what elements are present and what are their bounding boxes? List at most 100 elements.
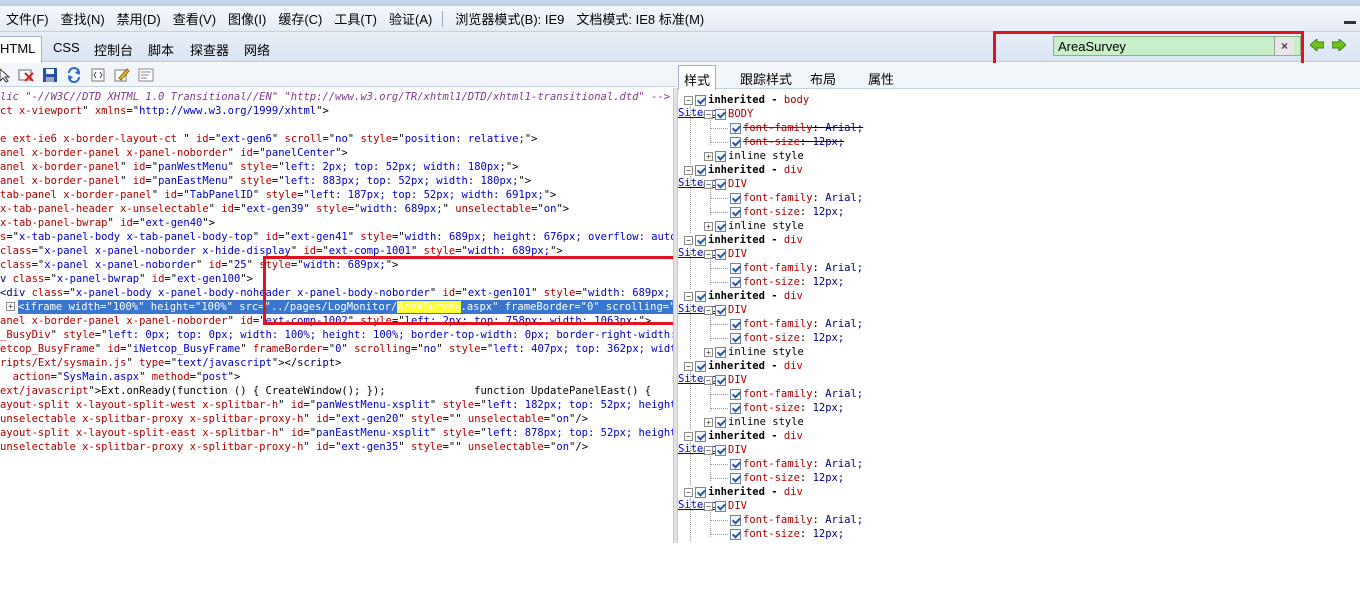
collapse-node-icon[interactable]: − xyxy=(684,235,693,245)
source-line[interactable]: v class="x-panel-bwrap" id="ext-gen100"> xyxy=(0,272,253,286)
search-input[interactable] xyxy=(1054,38,1274,54)
save-icon[interactable] xyxy=(42,67,58,83)
source-line[interactable]: ayout-split x-layout-split-east x-splitb… xyxy=(0,426,673,440)
rule-checkbox[interactable] xyxy=(695,290,706,302)
rule-checkbox[interactable] xyxy=(695,164,706,176)
html-source-tree[interactable]: lic "-//W3C//DTD XHTML 1.0 Transitional/… xyxy=(0,88,673,543)
expand-node-icon[interactable]: + xyxy=(704,347,713,357)
expand-node-icon[interactable]: + xyxy=(6,302,15,311)
menu-images[interactable]: 图像(I) xyxy=(222,9,272,28)
rule-checkbox[interactable] xyxy=(695,234,706,246)
source-line[interactable]: anel x-border-panel x-panel-noborder" id… xyxy=(0,146,348,160)
tab-attributes[interactable]: 属性 xyxy=(868,69,894,88)
collapse-node-icon[interactable]: − xyxy=(684,95,693,105)
tab-script[interactable]: 脚本 xyxy=(148,40,174,59)
tab-layout[interactable]: 布局 xyxy=(810,69,836,88)
source-line[interactable]: action="SysMain.aspx" method="post"> xyxy=(0,370,241,384)
source-line[interactable]: <iframe width="100%" height="100%" src="… xyxy=(18,300,673,314)
source-line[interactable]: class="x-panel x-panel-noborder" id="25"… xyxy=(0,258,398,272)
collapse-node-icon[interactable]: − xyxy=(684,165,693,175)
inline-style-checkbox[interactable] xyxy=(715,220,726,232)
menu-validate[interactable]: 验证(A) xyxy=(383,9,438,28)
property-checkbox[interactable] xyxy=(730,472,741,484)
select-element-icon[interactable] xyxy=(0,67,12,83)
inherited-rule-row[interactable]: − inherited - div xyxy=(684,429,803,443)
property-checkbox[interactable] xyxy=(730,388,741,400)
property-checkbox[interactable] xyxy=(730,528,741,540)
word-wrap-icon[interactable] xyxy=(138,67,154,83)
collapse-node-icon[interactable]: − xyxy=(704,305,713,315)
property-checkbox[interactable] xyxy=(730,276,741,288)
property-checkbox[interactable] xyxy=(730,136,741,148)
tab-css[interactable]: CSS xyxy=(53,40,80,55)
collapse-node-icon[interactable]: − xyxy=(704,501,713,511)
minimize-icon[interactable] xyxy=(1344,12,1356,24)
tab-console[interactable]: 控制台 xyxy=(94,40,133,59)
property-checkbox[interactable] xyxy=(730,458,741,470)
source-line[interactable]: <div class="x-panel-body x-panel-body-no… xyxy=(0,286,673,300)
source-line[interactable]: etcop_BusyFrame" id="iNetcop_BusyFrame" … xyxy=(0,342,673,356)
source-line[interactable]: e ext-ie6 x-border-layout-ct " id="ext-g… xyxy=(0,132,537,146)
tab-network[interactable]: 网络 xyxy=(244,40,270,59)
menu-find[interactable]: 查找(N) xyxy=(55,9,111,28)
property-checkbox[interactable] xyxy=(730,262,741,274)
property-checkbox[interactable] xyxy=(730,332,741,344)
next-match-icon[interactable] xyxy=(1332,39,1346,51)
property-checkbox[interactable] xyxy=(730,192,741,204)
rule-checkbox[interactable] xyxy=(695,94,706,106)
selector-checkbox[interactable] xyxy=(715,248,726,260)
refresh-icon[interactable] xyxy=(66,67,82,83)
inherited-rule-row[interactable]: − inherited - div xyxy=(684,289,803,303)
browser-mode-menu[interactable]: 浏览器模式(B): IE9 xyxy=(449,9,570,28)
inline-style-checkbox[interactable] xyxy=(715,150,726,162)
menu-view[interactable]: 查看(V) xyxy=(167,9,222,28)
source-line[interactable]: _BusyDiv" style="left: 0px; top: 0px; wi… xyxy=(0,328,673,342)
source-line[interactable]: s="x-tab-panel-body x-tab-panel-body-top… xyxy=(0,230,673,244)
inherited-rule-row[interactable]: − inherited - div xyxy=(684,163,803,177)
menu-cache[interactable]: 缓存(C) xyxy=(272,9,328,28)
property-checkbox[interactable] xyxy=(730,122,741,134)
source-line[interactable]: anel x-border-panel" id="panEastMenu" st… xyxy=(0,174,531,188)
menu-disable[interactable]: 禁用(D) xyxy=(111,9,167,28)
property-checkbox[interactable] xyxy=(730,206,741,218)
collapse-node-icon[interactable]: − xyxy=(704,179,713,189)
source-line[interactable]: class="x-panel x-panel-noborder x-hide-d… xyxy=(0,244,563,258)
source-line[interactable]: unselectable x-splitbar-proxy x-splitbar… xyxy=(0,440,588,454)
selector-checkbox[interactable] xyxy=(715,178,726,190)
menu-tools[interactable]: 工具(T) xyxy=(328,9,383,28)
tab-styles[interactable]: 样式 xyxy=(678,65,717,90)
selector-checkbox[interactable] xyxy=(715,500,726,512)
rule-checkbox[interactable] xyxy=(695,486,706,498)
source-line[interactable]: tab-panel x-border-panel" id="TabPanelID… xyxy=(0,188,556,202)
menu-file[interactable]: 文件(F) xyxy=(0,9,55,28)
collapse-node-icon[interactable]: − xyxy=(684,487,693,497)
inherited-rule-row[interactable]: − inherited - body xyxy=(684,93,809,107)
rule-checkbox[interactable] xyxy=(695,430,706,442)
source-line[interactable]: lic "-//W3C//DTD XHTML 1.0 Transitional/… xyxy=(0,90,670,104)
property-checkbox[interactable] xyxy=(730,402,741,414)
property-checkbox[interactable] xyxy=(730,514,741,526)
inherited-rule-row[interactable]: − inherited - div xyxy=(684,485,803,499)
tab-trace-styles[interactable]: 跟踪样式 xyxy=(740,69,792,88)
source-line[interactable]: ayout-split x-layout-split-west x-splitb… xyxy=(0,398,673,412)
selector-checkbox[interactable] xyxy=(715,304,726,316)
property-checkbox[interactable] xyxy=(730,318,741,330)
clear-search-icon[interactable]: × xyxy=(1274,37,1294,55)
source-line[interactable]: anel x-border-panel" id="panWestMenu" st… xyxy=(0,160,518,174)
collapse-node-icon[interactable]: − xyxy=(684,291,693,301)
element-source-icon[interactable] xyxy=(90,67,106,83)
document-mode-menu[interactable]: 文档模式: IE8 标准(M) xyxy=(570,9,710,28)
collapse-node-icon[interactable]: − xyxy=(704,445,713,455)
expand-node-icon[interactable]: + xyxy=(704,417,713,427)
selector-checkbox[interactable] xyxy=(715,108,726,120)
collapse-node-icon[interactable]: − xyxy=(704,109,713,119)
inherited-rule-row[interactable]: − inherited - div xyxy=(684,233,803,247)
inline-style-checkbox[interactable] xyxy=(715,346,726,358)
collapse-node-icon[interactable]: − xyxy=(684,361,693,371)
source-line[interactable]: ripts/Ext/sysmain.js" type="text/javascr… xyxy=(0,356,341,370)
edit-icon[interactable] xyxy=(114,67,130,83)
collapse-node-icon[interactable]: − xyxy=(684,431,693,441)
tab-profiler[interactable]: 探查器 xyxy=(190,40,229,59)
previous-match-icon[interactable] xyxy=(1310,39,1324,51)
collapse-node-icon[interactable]: − xyxy=(704,375,713,385)
